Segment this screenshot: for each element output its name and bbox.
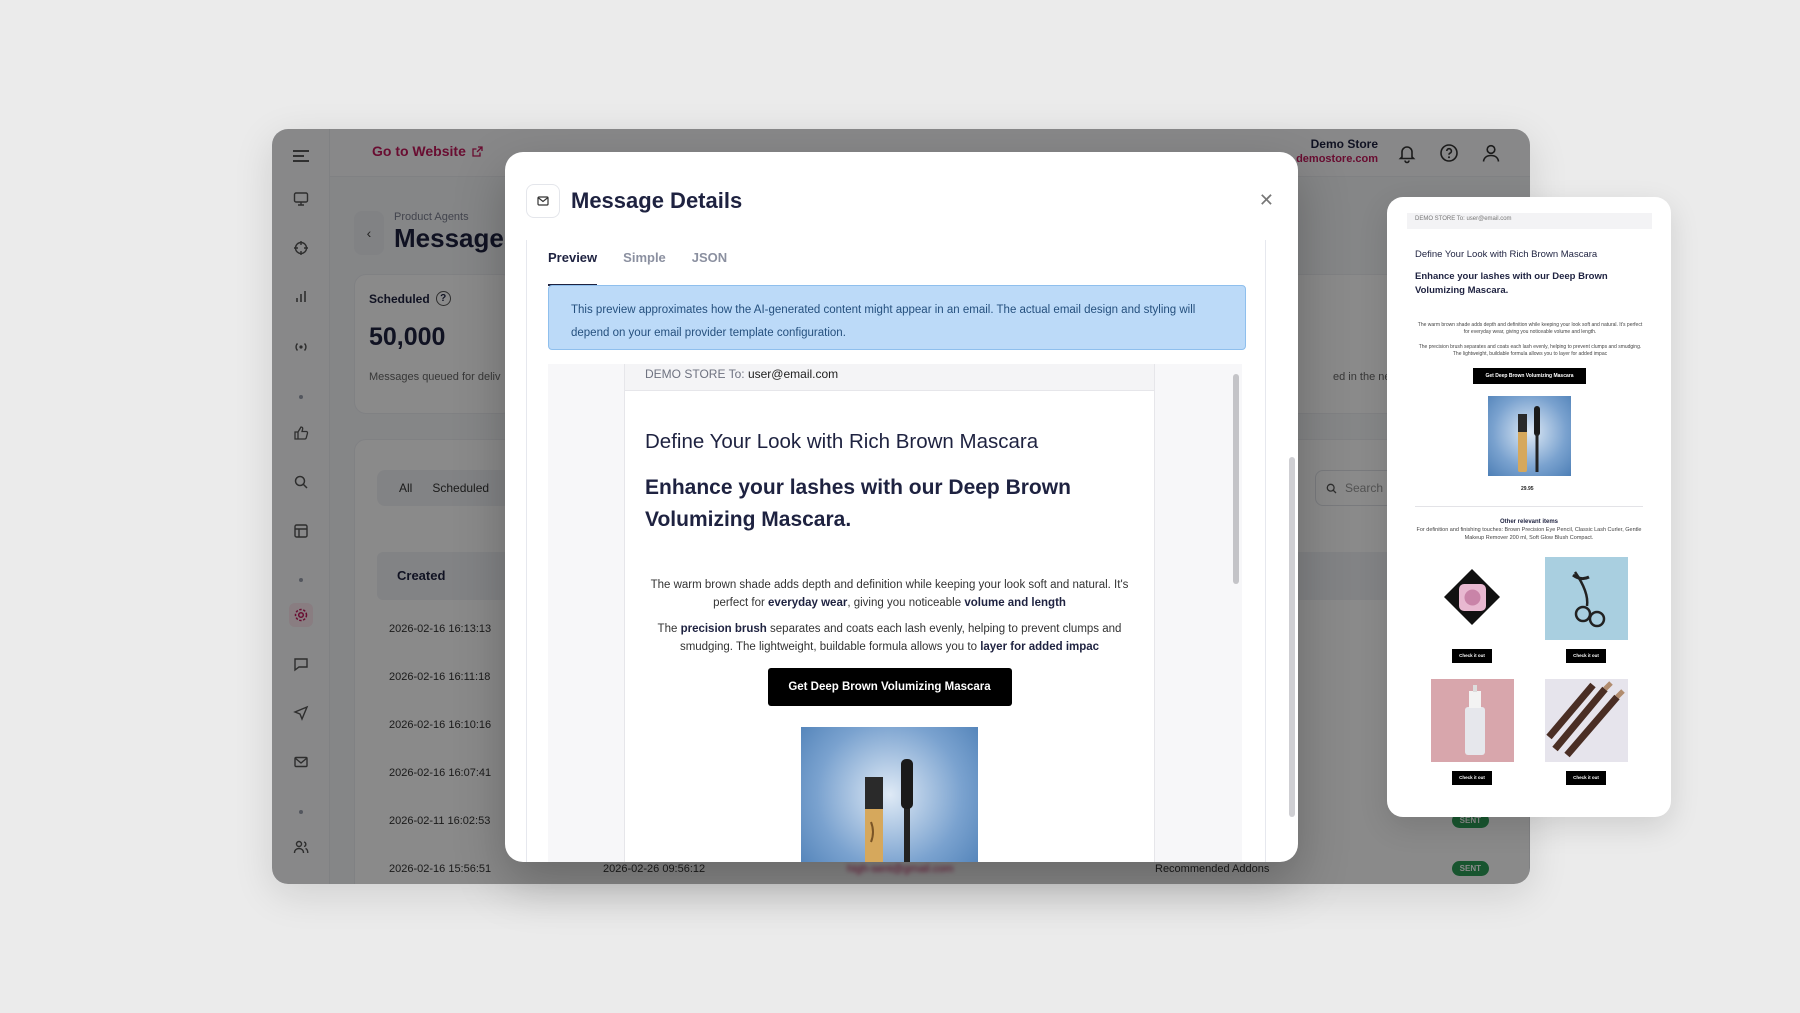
product-price: 29.95 xyxy=(1521,486,1534,492)
email-from: DEMO STORE xyxy=(645,367,726,381)
tab-simple[interactable]: Simple xyxy=(623,240,666,286)
emphasis: volume and length xyxy=(964,597,1066,609)
email-paragraph: The precision brush separates and coats … xyxy=(645,620,1134,656)
divider xyxy=(1415,506,1643,507)
email-canvas: DEMO STORE To: user@email.com Define You… xyxy=(624,364,1155,862)
tab-list: Preview Simple JSON xyxy=(548,240,727,286)
modal-title: Message Details xyxy=(571,188,743,213)
product-image-makeup-remover[interactable] xyxy=(1431,679,1514,762)
product-image-lash-curler[interactable] xyxy=(1545,557,1628,640)
modal-header: Message Details ✕ xyxy=(505,152,1298,240)
email-subject: Define Your Look with Rich Brown Mascara xyxy=(1415,249,1598,260)
email-header: DEMO STORE To: user@email.com xyxy=(625,364,1154,391)
product-image-mascara xyxy=(1488,396,1571,476)
full-email-preview: DEMO STORE To: user@email.com Define You… xyxy=(1387,197,1671,817)
modal-body: Preview Simple JSON This preview approxi… xyxy=(526,240,1266,862)
emphasis: precision brush xyxy=(680,623,767,635)
product-image-mascara xyxy=(801,727,978,862)
cta-button[interactable]: Get Deep Brown Volumizing Mascara xyxy=(1473,368,1586,384)
text: The xyxy=(657,623,681,635)
other-items-title: Other relevant items xyxy=(1499,519,1559,525)
message-details-modal: Message Details ✕ Preview Simple JSON Th… xyxy=(505,152,1298,862)
email-headline: Enhance your lashes with our Deep Brown … xyxy=(1415,271,1608,296)
product-image-blush[interactable] xyxy=(1431,557,1514,640)
check-it-out-button[interactable]: Check it out xyxy=(1452,649,1492,663)
email-preview: DEMO STORE To: user@email.com Define You… xyxy=(548,364,1242,862)
email-paragraph: The warm brown shade adds depth and defi… xyxy=(645,576,1134,612)
modal-scrollbar[interactable] xyxy=(1289,457,1295,817)
tab-preview[interactable]: Preview xyxy=(548,240,598,286)
text: , giving you noticeable xyxy=(847,597,965,609)
email-paragraph: The precision brush separates and coats … xyxy=(1418,344,1642,357)
emphasis: layer for added impac xyxy=(980,641,1100,653)
preview-notice: This preview approximates how the AI-gen… xyxy=(548,285,1246,350)
email-header: DEMO STORE To: user@email.com xyxy=(1407,213,1652,229)
emphasis: everyday wear xyxy=(768,597,848,609)
email-to-label: To: xyxy=(728,367,745,381)
email-headline: Enhance your lashes with our Deep Brown … xyxy=(645,476,1071,531)
product-image-eye-pencil[interactable] xyxy=(1545,679,1628,762)
check-it-out-button[interactable]: Check it out xyxy=(1566,771,1606,785)
email-to: user@email.com xyxy=(747,367,839,381)
check-it-out-button[interactable]: Check it out xyxy=(1452,771,1492,785)
cta-button[interactable]: Get Deep Brown Volumizing Mascara xyxy=(767,668,1012,706)
preview-scrollbar[interactable] xyxy=(1233,374,1239,584)
other-items-text: For definition and finishing touches: Br… xyxy=(1416,527,1642,541)
close-icon[interactable]: ✕ xyxy=(1259,190,1274,210)
email-subject: Define Your Look with Rich Brown Mascara xyxy=(645,430,1039,453)
check-it-out-button[interactable]: Check it out xyxy=(1566,649,1606,663)
email-paragraph: The warm brown shade adds depth and defi… xyxy=(1417,322,1643,335)
mail-icon xyxy=(526,184,560,218)
tab-json[interactable]: JSON xyxy=(692,240,727,286)
